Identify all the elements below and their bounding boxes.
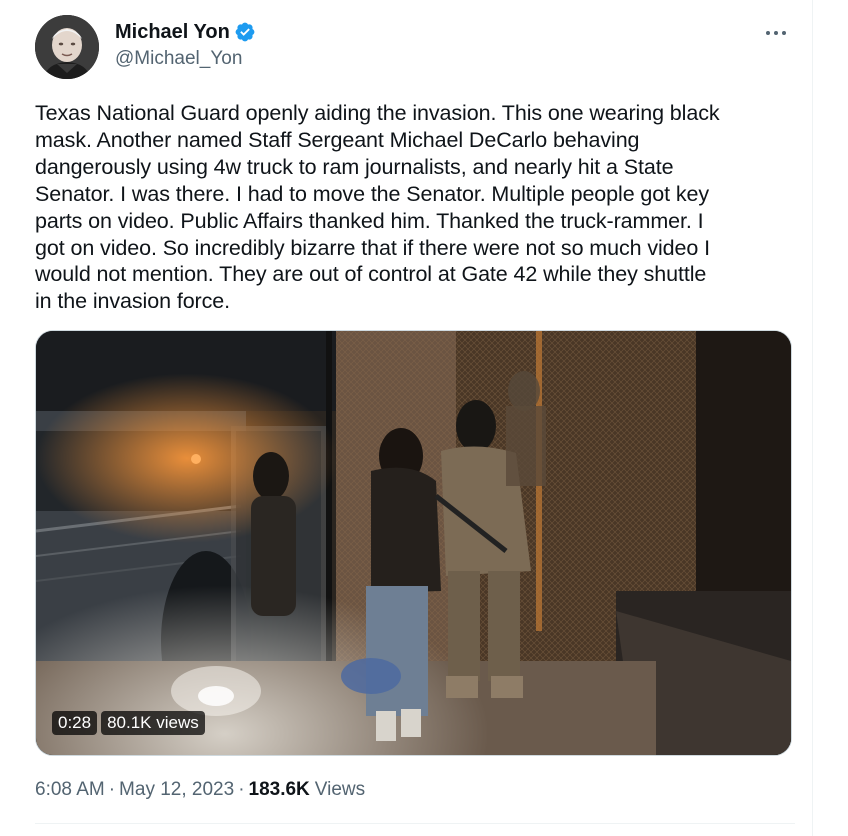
video-player[interactable]: 0:28 80.1K views: [35, 330, 792, 756]
avatar[interactable]: [35, 15, 99, 79]
video-thumbnail: [36, 331, 791, 755]
views-label: Views: [314, 779, 366, 800]
meta-separator: ·: [238, 779, 245, 800]
video-badges: 0:28 80.1K views: [52, 711, 205, 735]
ellipsis-icon: [766, 31, 786, 35]
views-count[interactable]: 183.6K: [249, 778, 310, 802]
video-duration: 0:28: [52, 711, 98, 735]
tweet-date[interactable]: May 12, 2023: [119, 778, 234, 802]
profile-photo-icon: [35, 15, 99, 79]
more-options-button[interactable]: [756, 18, 796, 48]
tweet-time[interactable]: 6:08 AM: [35, 778, 105, 802]
tweet-meta: 6:08 AM · May 12, 2023 · 183.6K Views: [35, 778, 365, 802]
tweet-text: Texas National Guard openly aiding the i…: [35, 101, 720, 314]
tweet-card: Michael Yon @Michael_Yon Texas National …: [0, 0, 813, 836]
author-name-row[interactable]: Michael Yon: [115, 20, 256, 44]
author-handle[interactable]: @Michael_Yon: [115, 47, 242, 71]
meta-separator: ·: [108, 779, 116, 800]
verified-badge-icon[interactable]: [234, 21, 256, 43]
divider: [35, 823, 795, 824]
video-views: 80.1K views: [101, 711, 205, 735]
display-name[interactable]: Michael Yon: [115, 20, 230, 44]
